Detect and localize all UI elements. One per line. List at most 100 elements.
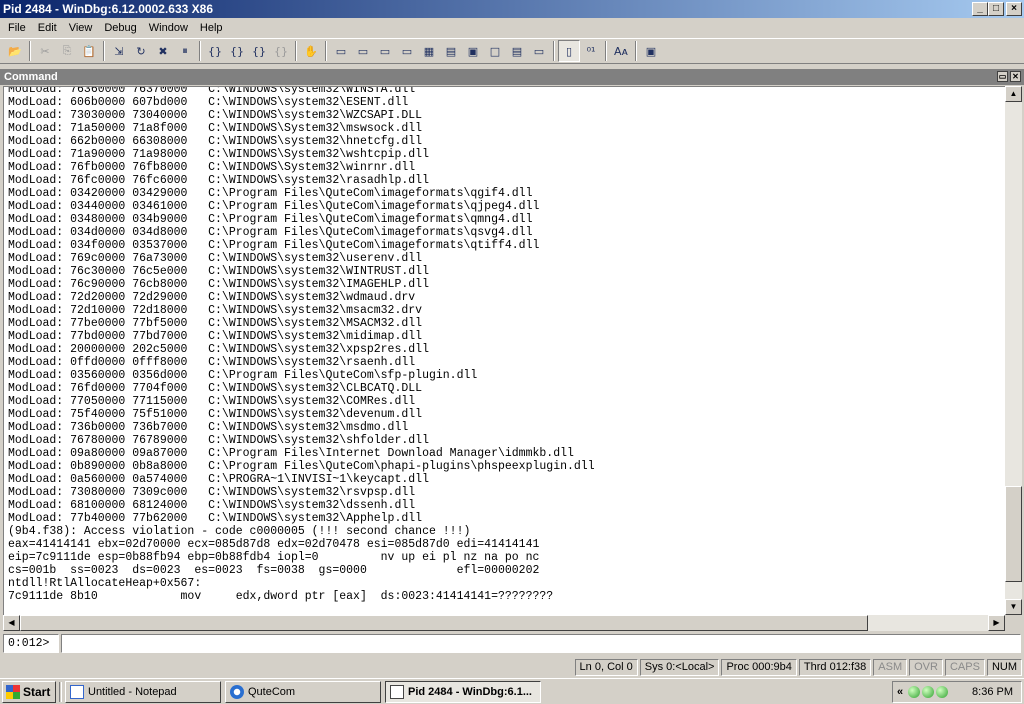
output-line: ModLoad: 0ffd0000 0fff8000 C:\WINDOWS\sy… (8, 356, 416, 369)
source-mode-toggle-icon[interactable]: ▯ (558, 40, 580, 62)
step-into-icon[interactable]: {} (204, 40, 226, 62)
output-line: ModLoad: 76fd0000 7704f000 C:\WINDOWS\sy… (8, 382, 423, 395)
output-line: (9b4.f38): Access violation - code c0000… (8, 525, 471, 538)
maximize-button[interactable]: □ (988, 2, 1004, 16)
menu-debug[interactable]: Debug (98, 22, 142, 34)
memory-window-icon[interactable]: ▦ (418, 40, 440, 62)
registers-window-icon[interactable]: ▭ (396, 40, 418, 62)
horizontal-scroll-thumb[interactable] (20, 615, 868, 631)
vertical-scroll-thumb[interactable] (1005, 486, 1022, 582)
toolbar-separator (199, 41, 201, 61)
disassembly-window-icon[interactable]: ▣ (462, 40, 484, 62)
output-line: ntdll!RtlAllocateHeap+0x567: (8, 577, 202, 590)
task-label: QuteCom (248, 685, 296, 698)
scroll-right-button[interactable]: ▶ (988, 615, 1005, 631)
dock-window-button[interactable]: ▭ (997, 71, 1008, 82)
break-icon[interactable]: ⏸ (174, 40, 196, 62)
locals-window-icon[interactable]: ▭ (374, 40, 396, 62)
output-line: ModLoad: 0b890000 0b8a8000 C:\Program Fi… (8, 460, 595, 473)
qutecom-icon (230, 684, 244, 699)
menu-edit[interactable]: Edit (32, 22, 63, 34)
tray-network-icon[interactable] (908, 686, 921, 698)
taskbar-item-notepad[interactable]: Untitled - Notepad (65, 680, 221, 703)
output-line: ModLoad: 76c30000 76c5e000 C:\WINDOWS\sy… (8, 265, 429, 278)
output-line: ModLoad: 03420000 03429000 C:\Program Fi… (8, 187, 533, 200)
output-line: eax=41414141 ebx=02d70000 ecx=085d87d8 e… (8, 538, 540, 551)
windows-logo-icon (6, 684, 20, 699)
cut-icon[interactable]: ✂ (34, 40, 56, 62)
output-text: ModLoad: 76360000 76370000 C:\WINDOWS\sy… (8, 87, 595, 603)
options-icon[interactable]: ▣ (640, 40, 662, 62)
output-line: ModLoad: 71a90000 71a98000 C:\WINDOWS\Sy… (8, 148, 429, 161)
call-stack-window-icon[interactable]: ▤ (440, 40, 462, 62)
step-over-icon[interactable]: {} (226, 40, 248, 62)
output-line: ModLoad: 76780000 76789000 C:\WINDOWS\sy… (8, 434, 429, 447)
status-panel: OVR (909, 658, 943, 676)
step-out-icon[interactable]: {} (248, 40, 270, 62)
paste-icon[interactable]: 📋 (78, 40, 100, 62)
taskbar-item-qutecom[interactable]: QuteCom (225, 680, 381, 703)
menu-help[interactable]: Help (194, 22, 229, 34)
hex-mode-icon[interactable]: ⁰¹ (580, 40, 602, 62)
command-output[interactable]: ModLoad: 76360000 76370000 C:\WINDOWS\sy… (3, 86, 1005, 615)
window-title: Pid 2484 - WinDbg:6.12.0002.633 X86 (3, 2, 213, 16)
tray-network-icon[interactable] (936, 686, 949, 698)
output-line: ModLoad: 75f40000 75f51000 C:\WINDOWS\sy… (8, 408, 423, 421)
run-to-cursor-icon[interactable]: {} (270, 40, 292, 62)
minimize-button[interactable]: _ (972, 2, 988, 16)
scroll-down-button[interactable]: ▼ (1005, 599, 1022, 615)
font-icon[interactable]: Aᴀ (610, 40, 632, 62)
menu-window[interactable]: Window (143, 22, 194, 34)
status-panel: Thrd 012:f38 (798, 658, 872, 676)
output-line: ModLoad: 72d10000 72d18000 C:\WINDOWS\sy… (8, 304, 423, 317)
notepad-icon (70, 684, 84, 699)
output-line: ModLoad: 76c90000 76cb8000 C:\WINDOWS\sy… (8, 278, 429, 291)
status-bar: Ln 0, Col 0 Sys 0:<Local> Proc 000:9b4 Thrd… (0, 657, 1024, 677)
command-input[interactable] (61, 634, 1021, 653)
output-line: eip=7c9111de esp=0b88fb94 ebp=0b88fdb4 i… (8, 551, 540, 564)
source-mode-icon[interactable]: ▭ (528, 40, 550, 62)
status-panel: Sys 0:<Local> (639, 658, 720, 676)
tray-network-icon[interactable] (922, 686, 935, 698)
output-line: ModLoad: 662b0000 66308000 C:\WINDOWS\sy… (8, 135, 423, 148)
close-command-window-button[interactable]: ✕ (1010, 71, 1021, 82)
scratch-pad-icon[interactable]: □ (484, 40, 506, 62)
output-line: ModLoad: 0a560000 0a574000 C:\PROGRA~1\I… (8, 473, 429, 486)
output-line: ModLoad: 76fc0000 76fc6000 C:\WINDOWS\sy… (8, 174, 429, 187)
output-line: ModLoad: 034f0000 03537000 C:\Program Fi… (8, 239, 540, 252)
command-window-icon[interactable]: ▭ (330, 40, 352, 62)
system-tray: « 8:36 PM (892, 681, 1022, 703)
output-line: ModLoad: 77050000 77115000 C:\WINDOWS\sy… (8, 395, 416, 408)
watch-window-icon[interactable]: ▭ (352, 40, 374, 62)
breakpoint-hand-icon[interactable]: ✋ (300, 40, 322, 62)
status-panel: Ln 0, Col 0 (574, 658, 638, 676)
taskbar-item-windbg[interactable]: Pid 2484 - WinDbg:6.1... (385, 680, 541, 703)
taskbar: Start Untitled - Notepad QuteCom Pid 248… (0, 678, 1024, 704)
vertical-scrollbar[interactable]: ▲ ▼ (1005, 86, 1022, 615)
stop-debugging-icon[interactable]: ✖ (152, 40, 174, 62)
restart-icon[interactable]: ↻ (130, 40, 152, 62)
command-window-header: Command ▭ ✕ (0, 69, 1024, 85)
status-panel: ASM (873, 658, 908, 676)
scroll-left-button[interactable]: ◀ (3, 615, 20, 631)
copy-icon[interactable]: ⎘ (56, 40, 78, 62)
menu-view[interactable]: View (63, 22, 99, 34)
output-line: 7c9111de 8b10 mov edx,dword ptr [eax] ds… (8, 590, 554, 603)
clock[interactable]: 8:36 PM (972, 686, 1021, 698)
command-line: 0:012> (3, 634, 1021, 653)
start-button[interactable]: Start (2, 680, 56, 703)
menu-file[interactable]: File (2, 22, 32, 34)
start-label: Start (23, 684, 51, 699)
menu-bar: File Edit View Debug Window Help (0, 18, 1024, 37)
task-label: Pid 2484 - WinDbg:6.1... (408, 685, 532, 698)
horizontal-scrollbar[interactable]: ◀ ▶ (3, 615, 1005, 631)
scroll-up-button[interactable]: ▲ (1005, 86, 1022, 102)
output-line: ModLoad: 72d20000 72d29000 C:\WINDOWS\sy… (8, 291, 416, 304)
output-line: ModLoad: 606b0000 607bd000 C:\WINDOWS\sy… (8, 96, 409, 109)
processes-threads-icon[interactable]: ▤ (506, 40, 528, 62)
close-button[interactable]: × (1006, 2, 1022, 16)
open-icon[interactable]: 📂 (4, 40, 26, 62)
go-icon[interactable]: ⇲ (108, 40, 130, 62)
toolbar-separator (29, 41, 31, 61)
tray-expand-button[interactable]: « (897, 686, 903, 698)
